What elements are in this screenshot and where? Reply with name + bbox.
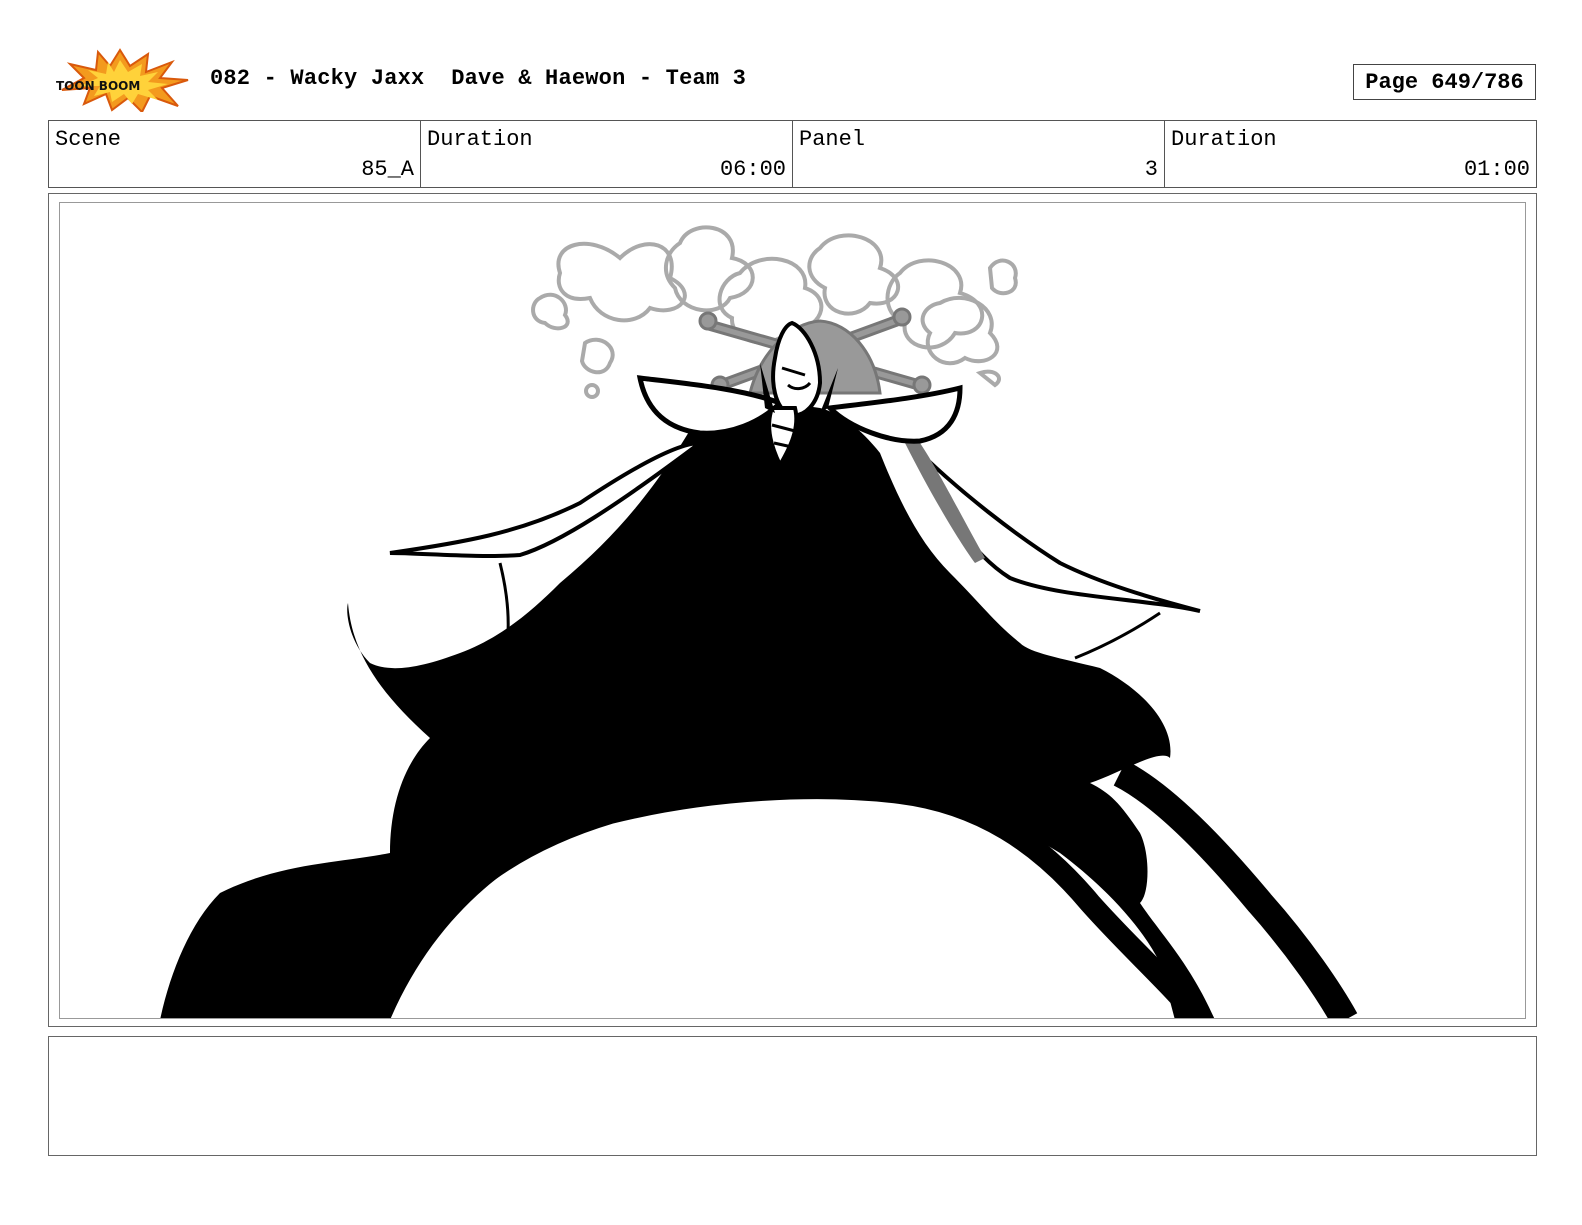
scene-label: Scene xyxy=(55,127,122,152)
panel-duration-cell: Duration 01:00 xyxy=(1165,121,1536,187)
document-title: 082 - Wacky Jaxx Dave & Haewon - Team 3 xyxy=(210,66,747,91)
page-indicator: Page 649/786 xyxy=(1353,64,1536,100)
panel-image xyxy=(59,202,1526,1019)
panel-duration-label: Duration xyxy=(1171,127,1277,152)
cape-flap-right-lower xyxy=(1074,611,1161,660)
panel-notes xyxy=(48,1036,1537,1156)
scene-duration-value: 06:00 xyxy=(719,157,786,182)
toon-boom-logo: TOON BOOM xyxy=(50,48,190,112)
villain-illustration xyxy=(160,225,1358,1018)
scene-info-table: Scene 85_A Duration 06:00 Panel 3 Durati… xyxy=(48,120,1537,188)
scene-cell: Scene 85_A xyxy=(49,121,421,187)
panel-cell: Panel 3 xyxy=(793,121,1165,187)
scene-duration-label: Duration xyxy=(427,127,533,152)
scene-duration-cell: Duration 06:00 xyxy=(421,121,793,187)
logo-burst-icon: TOON BOOM xyxy=(56,48,189,112)
scene-value: 85_A xyxy=(361,157,414,182)
logo-text: TOON BOOM xyxy=(56,79,140,93)
panel-label: Panel xyxy=(799,127,866,152)
panel-duration-value: 01:00 xyxy=(1463,157,1530,182)
cape-silhouette xyxy=(160,405,1215,1018)
panel-value: 3 xyxy=(1144,157,1158,182)
